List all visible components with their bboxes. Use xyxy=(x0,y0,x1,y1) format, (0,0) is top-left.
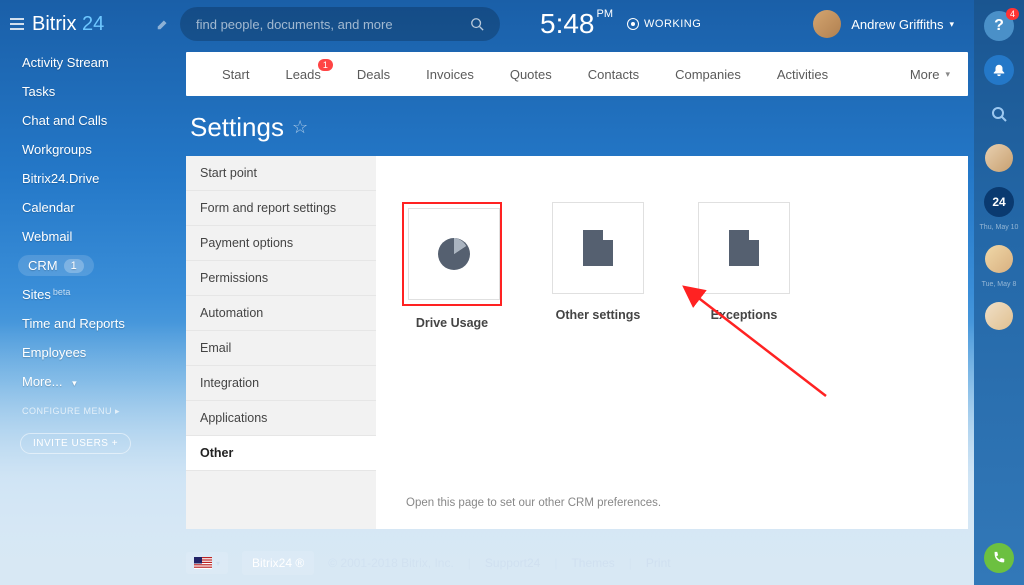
card-other-settings[interactable]: Other settings xyxy=(542,202,654,330)
working-status[interactable]: WORKING xyxy=(627,18,701,30)
page-icon xyxy=(729,230,759,266)
support-link[interactable]: Support24 xyxy=(485,556,540,570)
rail-avatar-2[interactable] xyxy=(983,243,1015,275)
settings-item-permissions[interactable]: Permissions xyxy=(186,261,376,296)
tab-leads[interactable]: Leads1 xyxy=(267,67,338,82)
phone-button[interactable] xyxy=(984,543,1014,573)
hint-text: Open this page to set our other CRM pref… xyxy=(406,497,661,509)
crm-badge: 1 xyxy=(64,259,84,273)
help-badge: 4 xyxy=(1006,8,1019,20)
leads-badge: 1 xyxy=(318,59,333,71)
avatar xyxy=(813,10,841,38)
star-icon[interactable]: ☆ xyxy=(292,117,308,138)
sidebar-item-calendar[interactable]: Calendar xyxy=(0,193,180,222)
bell-icon xyxy=(992,63,1006,77)
tab-contacts[interactable]: Contacts xyxy=(570,67,657,82)
rail-date: Thu, May 10 xyxy=(980,224,1019,231)
user-menu[interactable]: Andrew Griffiths▾ xyxy=(813,10,954,38)
search-input[interactable]: find people, documents, and more xyxy=(180,7,500,41)
sidebar-item-drive[interactable]: Bitrix24.Drive xyxy=(0,164,180,193)
settings-item-automation[interactable]: Automation xyxy=(186,296,376,331)
search-placeholder: find people, documents, and more xyxy=(196,17,393,32)
sidebar-item-time[interactable]: Time and Reports xyxy=(0,309,180,338)
settings-item-integration[interactable]: Integration xyxy=(186,366,376,401)
invite-users-button[interactable]: INVITE USERS + xyxy=(20,433,131,454)
settings-item-applications[interactable]: Applications xyxy=(186,401,376,436)
settings-item-payment[interactable]: Payment options xyxy=(186,226,376,261)
configure-menu[interactable]: CONFIGURE MENU ▸ xyxy=(0,396,180,427)
rail-avatar-1[interactable] xyxy=(983,142,1015,174)
tab-companies[interactable]: Companies xyxy=(657,67,759,82)
pie-chart-icon xyxy=(436,236,472,272)
rail-date: Tue, May 8 xyxy=(982,281,1017,288)
card-exceptions[interactable]: Exceptions xyxy=(688,202,800,330)
search-icon xyxy=(470,17,484,31)
help-button[interactable]: ? 4 xyxy=(983,10,1015,42)
sidebar-item-more[interactable]: More... ▾ xyxy=(0,367,180,396)
sidebar-item-crm[interactable]: CRM1 xyxy=(18,255,94,276)
brand-button[interactable]: Bitrix24 ® xyxy=(242,551,314,575)
tab-activities[interactable]: Activities xyxy=(759,67,846,82)
page-icon xyxy=(583,230,613,266)
settings-sidebar: Start point Form and report settings Pay… xyxy=(186,156,376,529)
card-drive-usage[interactable]: Drive Usage xyxy=(396,202,508,330)
right-rail: ? 4 24 Thu, May 10 Tue, May 8 xyxy=(974,0,1024,585)
settings-item-form[interactable]: Form and report settings xyxy=(186,191,376,226)
notifications-button[interactable] xyxy=(983,54,1015,86)
rail-search-button[interactable] xyxy=(983,98,1015,130)
copyright: © 2001-2018 Bitrix, Inc. xyxy=(328,556,454,570)
tab-start[interactable]: Start xyxy=(204,67,267,82)
sidebar-item-activity[interactable]: Activity Stream xyxy=(0,48,180,77)
clock[interactable]: 5:48PM xyxy=(540,8,613,40)
page-title: Settings ☆ xyxy=(190,112,308,143)
pencil-icon[interactable] xyxy=(156,17,170,31)
menu-icon[interactable] xyxy=(10,18,24,30)
crm-tabs: Start Leads1 Deals Invoices Quotes Conta… xyxy=(186,52,968,96)
settings-item-other[interactable]: Other xyxy=(186,436,376,471)
settings-item-email[interactable]: Email xyxy=(186,331,376,366)
language-button[interactable]: ▾ xyxy=(186,552,228,574)
tab-more[interactable]: More ▾ xyxy=(910,67,950,82)
print-link[interactable]: Print xyxy=(646,556,671,570)
phone-icon xyxy=(992,551,1006,565)
tab-deals[interactable]: Deals xyxy=(339,67,408,82)
footer: ▾ Bitrix24 ® © 2001-2018 Bitrix, Inc. | … xyxy=(186,551,671,575)
sidebar-item-sites[interactable]: Sitesbeta xyxy=(0,280,180,309)
logo[interactable]: Bitrix 24 xyxy=(32,13,104,36)
sidebar-item-employees[interactable]: Employees xyxy=(0,338,180,367)
rail-b24[interactable]: 24 xyxy=(983,186,1015,218)
tab-quotes[interactable]: Quotes xyxy=(492,67,570,82)
search-icon xyxy=(991,106,1007,122)
rail-avatar-3[interactable] xyxy=(983,300,1015,332)
sidebar-item-webmail[interactable]: Webmail xyxy=(0,222,180,251)
sidebar-item-chat[interactable]: Chat and Calls xyxy=(0,106,180,135)
settings-item-start[interactable]: Start point xyxy=(186,156,376,191)
themes-link[interactable]: Themes xyxy=(571,556,614,570)
tab-invoices[interactable]: Invoices xyxy=(408,67,492,82)
sidebar-item-workgroups[interactable]: Workgroups xyxy=(0,135,180,164)
record-icon xyxy=(627,18,639,30)
sidebar-item-tasks[interactable]: Tasks xyxy=(0,77,180,106)
flag-icon xyxy=(194,557,212,569)
